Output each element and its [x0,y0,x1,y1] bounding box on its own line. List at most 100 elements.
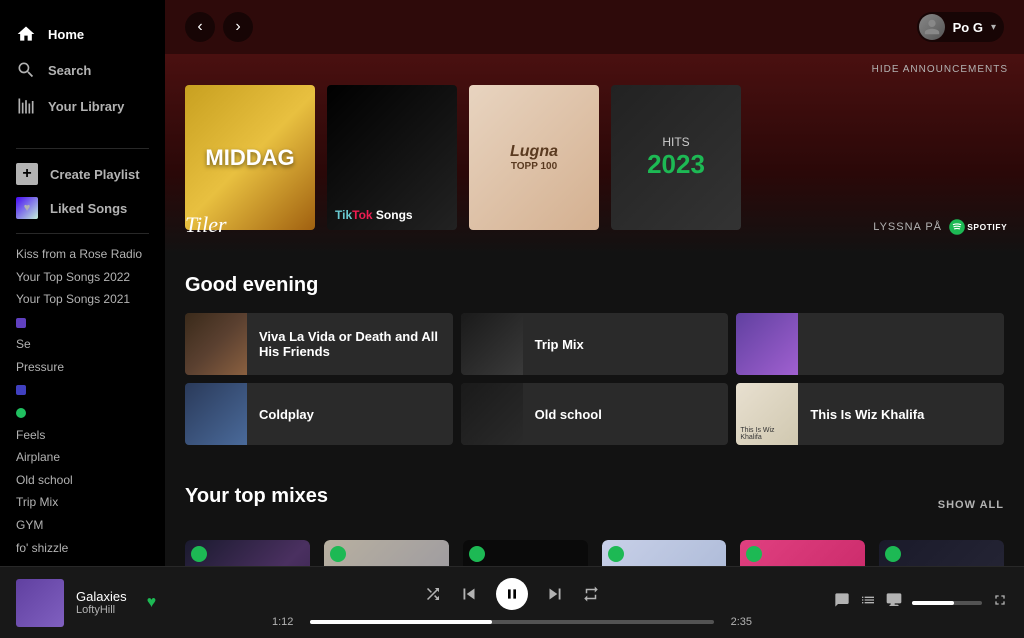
rnb-mix-thumb: R&B Mix [185,540,310,566]
playlist-item[interactable] [0,400,165,423]
liked-heart-icon[interactable]: ♥ [147,594,157,612]
progress-track[interactable] [310,620,714,624]
middag-title: MIDDAG [205,145,294,171]
liked-songs-icon: ♥ [16,197,38,219]
topbar-nav: ‹ › [185,12,253,42]
player-bar: Galaxies LoftyHill ♥ 1:12 [0,566,1024,638]
tripmix-thumb [461,313,523,375]
top-mixes-grid: R&B Mix Moody Mix [185,540,1004,566]
hero-album-hits2023[interactable]: HITS 2023 [611,85,741,230]
playlist-item[interactable]: Pressure [0,355,165,378]
spotify-dot [469,546,485,562]
create-playlist-icon: + [16,163,38,185]
playlist-item[interactable]: Feels [0,423,165,446]
player-track-details: Galaxies LoftyHill [76,589,127,616]
oldschool-thumb [461,383,523,445]
fullscreen-button[interactable] [992,592,1008,613]
back-button[interactable]: ‹ [185,12,215,42]
devices-button[interactable] [886,592,902,613]
quick-play-unknown[interactable] [736,313,1004,375]
repeat-button[interactable] [582,585,600,603]
quick-play-oldschool[interactable]: Old school [461,383,729,445]
lyssna-badge: LYSSNA PÅ Spotify [873,218,1008,236]
next-button[interactable] [544,583,566,605]
coldplay-label: Coldplay [247,407,326,422]
search-icon [16,60,36,80]
sidebar-item-library[interactable]: Your Library [0,88,165,124]
playlist-item[interactable]: Trip Mix [0,490,165,513]
good-evening-section: Good evening Viva La Vida or Death and A… [165,254,1024,445]
mix-card-rnb[interactable]: R&B Mix [185,540,310,566]
playlist-item[interactable]: Airplane [0,445,165,468]
time-current: 1:12 [272,616,302,628]
tiler-logo: Tiler [185,212,227,238]
sidebar-item-home[interactable]: Home [0,16,165,52]
playlist-item[interactable]: GYM [0,513,165,536]
tripmix-label: Trip Mix [523,337,596,352]
user-menu[interactable]: Po G ▾ [917,12,1004,42]
player-track-info: Galaxies LoftyHill ♥ [16,579,236,627]
playlist-item[interactable]: Your Top Songs 2022 [0,265,165,288]
lugna-title: Lugna [510,143,558,161]
queue-button[interactable] [860,592,876,613]
hide-announcements-button[interactable]: HIDE ANNOUNCEMENTS [872,64,1008,75]
house-mix-thumb: House Mix [602,540,727,566]
progress-fill [310,620,492,624]
mix-card-drake[interactable]: Drake Mix [879,540,1004,566]
user-name-label: Po G [953,20,983,35]
playlist-item[interactable]: Your Top Songs 2021 [0,287,165,310]
vivalavida-thumb [185,313,247,375]
mix-card-house[interactable]: House Mix [602,540,727,566]
wizkhalifa-label: This Is Wiz Khalifa [798,407,936,422]
avatar [919,14,945,40]
playlist-item[interactable] [0,310,165,333]
liked-songs-button[interactable]: ♥ Liked Songs [0,191,165,225]
drake-mix-thumb: Drake Mix [879,540,1004,566]
spotify-dot [191,546,207,562]
playlist-item[interactable]: Kiss from a Rose Radio [0,242,165,265]
show-all-button[interactable]: SHOW ALL [938,499,1004,511]
top-mixes-header: Your top mixes SHOW ALL [185,485,1004,524]
playlist-item[interactable] [0,377,165,400]
play-pause-button[interactable] [496,578,528,610]
library-icon [16,96,36,116]
create-playlist-button[interactable]: + Create Playlist [0,157,165,191]
hero-album-tiktok[interactable]: TikTok Songs [327,85,457,230]
hits-label: HITS [647,135,705,149]
player-artist-name: LoftyHill [76,604,127,616]
forward-button[interactable]: › [223,12,253,42]
progress-bar-container: 1:12 2:35 [272,616,752,628]
mix-card-moody[interactable]: Moody Mix [324,540,449,566]
lyrics-button[interactable] [834,592,850,613]
quick-play-vivalavida[interactable]: Viva La Vida or Death and All His Friend… [185,313,453,375]
previous-button[interactable] [458,583,480,605]
hero-banner: HIDE ANNOUNCEMENTS MIDDAG TikTok Songs [165,54,1024,254]
hero-album-lugna[interactable]: Lugna TOPP 100 [469,85,599,230]
hero-album-middag[interactable]: MIDDAG [185,85,315,230]
quick-play-wizkhalifa[interactable]: This Is Wiz Khalifa This Is Wiz Khalifa [736,383,1004,445]
tiktok-label: TikTok Songs [335,208,413,222]
chill-mix-thumb: Chill Mix [740,540,865,566]
playlist-item[interactable]: Old school [0,468,165,491]
playlist-item[interactable]: fo' shizzle [0,536,165,559]
sidebar-item-search[interactable]: Search [0,52,165,88]
quick-play-tripmix[interactable]: Trip Mix [461,313,729,375]
playlist-item[interactable]: Se [0,332,165,355]
hits-year: 2023 [647,149,705,180]
mix-card-chill[interactable]: Chill Mix [740,540,865,566]
quick-play-grid: Viva La Vida or Death and All His Friend… [185,313,1004,445]
volume-fill [912,601,954,605]
avatar-image [919,14,945,40]
volume-bar[interactable] [912,601,982,605]
shuffle-button[interactable] [424,585,442,603]
scroll-area[interactable]: HIDE ANNOUNCEMENTS MIDDAG TikTok Songs [165,54,1024,566]
quick-play-coldplay[interactable]: Coldplay [185,383,453,445]
wizkhalifa-thumb: This Is Wiz Khalifa [736,383,798,445]
chevron-down-icon: ▾ [991,22,996,33]
sidebar-divider-2 [16,233,149,234]
player-track-name: Galaxies [76,589,127,604]
sidebar: Home Search Your Library + Create Playli… [0,0,165,566]
mix-card-hiphop[interactable]: Hip Hop Mix [463,540,588,566]
good-evening-title: Good evening [185,274,1004,297]
main-content: ‹ › Po G ▾ HIDE ANNOUNCEMENTS [165,0,1024,566]
